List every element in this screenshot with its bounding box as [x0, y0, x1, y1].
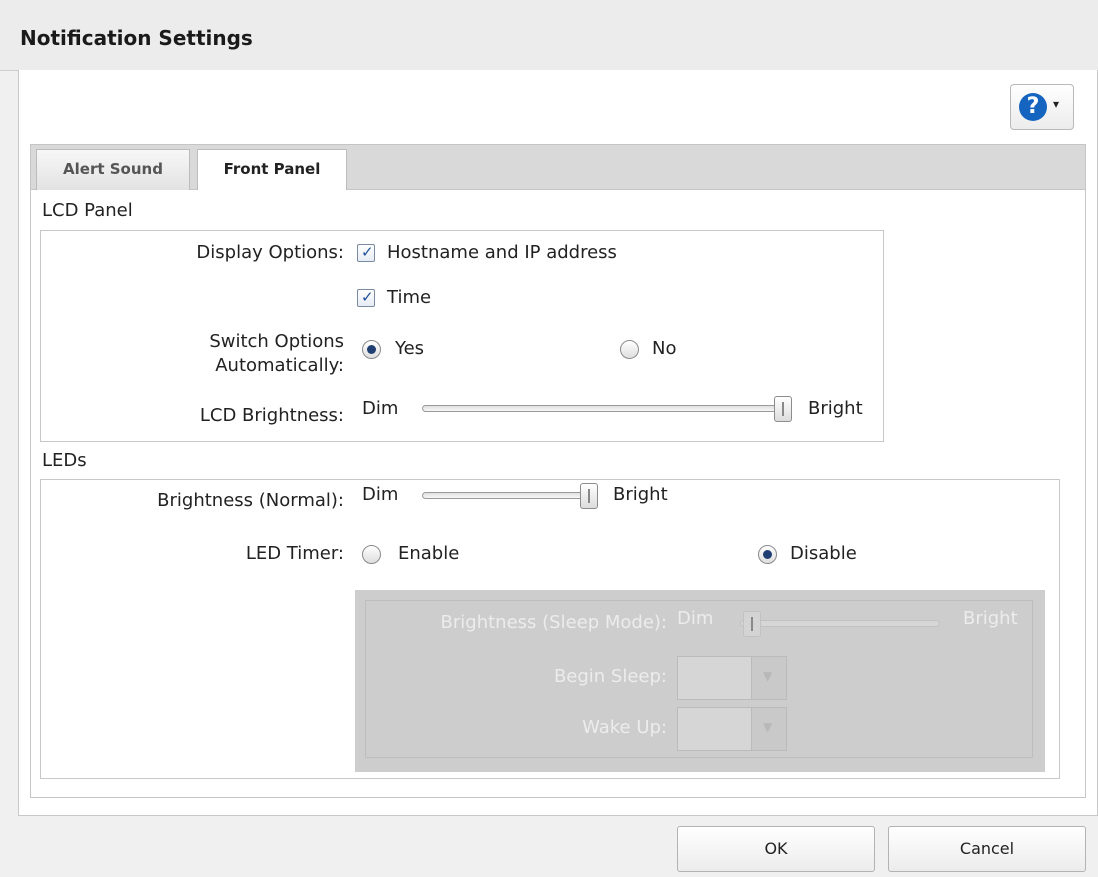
- cancel-button[interactable]: Cancel: [888, 826, 1086, 872]
- led-brightness-slider-track[interactable]: [422, 492, 598, 499]
- title-bar: Notification Settings: [0, 0, 1098, 71]
- led-timer-enable-radio[interactable]: [362, 545, 381, 564]
- time-label: Time: [387, 287, 432, 308]
- leds-section-title: LEDs: [42, 450, 87, 471]
- window-title: Notification Settings: [20, 26, 253, 50]
- led-brightness-label: Brightness (Normal):: [157, 490, 344, 511]
- chevron-down-icon: ▾: [1053, 97, 1060, 111]
- sleep-brightness-max-label: Bright: [963, 608, 1018, 629]
- wake-up-label: Wake Up:: [582, 717, 667, 738]
- led-timer-label: LED Timer:: [245, 543, 344, 564]
- ok-button[interactable]: OK: [677, 826, 875, 872]
- begin-sleep-select: ▼: [677, 656, 787, 700]
- led-brightness-slider-thumb[interactable]: [580, 483, 598, 509]
- switch-no-label: No: [652, 338, 677, 359]
- wake-up-select: ▼: [677, 707, 787, 751]
- lcd-brightness-slider-thumb[interactable]: [774, 396, 792, 422]
- sleep-settings-disabled-area: Brightness (Sleep Mode): Dim Bright Begi…: [355, 590, 1045, 772]
- chevron-down-icon: ▼: [763, 720, 773, 734]
- switch-options-label-line2: Automatically:: [215, 355, 344, 376]
- tab-front-panel[interactable]: Front Panel: [197, 149, 347, 191]
- sleep-brightness-min-label: Dim: [677, 608, 714, 629]
- lcd-panel-section-title: LCD Panel: [42, 200, 133, 221]
- begin-sleep-label: Begin Sleep:: [553, 666, 667, 687]
- sleep-brightness-slider-thumb: [743, 611, 761, 637]
- display-options-label: Display Options:: [196, 242, 344, 263]
- led-timer-disable-radio[interactable]: [758, 545, 777, 564]
- switch-yes-label: Yes: [395, 338, 425, 359]
- help-button[interactable]: ? ▾: [1010, 84, 1074, 130]
- switch-options-label-line1: Switch Options: [209, 331, 344, 352]
- tab-alert-sound[interactable]: Alert Sound: [36, 149, 190, 191]
- lcd-brightness-slider-track[interactable]: [422, 405, 792, 412]
- sleep-brightness-slider-track: [740, 620, 940, 627]
- hostname-ip-checkbox[interactable]: ✓: [357, 243, 375, 262]
- switch-no-radio[interactable]: [620, 340, 639, 359]
- led-timer-enable-label: Enable: [398, 543, 460, 564]
- switch-yes-radio[interactable]: [362, 340, 381, 359]
- tab-bar: Alert Sound Front Panel: [30, 144, 1086, 191]
- lcd-brightness-label: LCD Brightness:: [199, 405, 344, 426]
- time-checkbox[interactable]: ✓: [357, 288, 375, 307]
- chevron-down-icon: ▼: [763, 669, 773, 683]
- led-brightness-min-label: Dim: [362, 484, 399, 505]
- help-circle-icon: ?: [1019, 93, 1047, 121]
- led-brightness-max-label: Bright: [613, 484, 668, 505]
- hostname-ip-label: Hostname and IP address: [387, 242, 617, 263]
- led-timer-disable-label: Disable: [790, 543, 857, 564]
- lcd-brightness-max-label: Bright: [808, 398, 863, 419]
- lcd-brightness-min-label: Dim: [362, 398, 399, 419]
- sleep-brightness-label: Brightness (Sleep Mode):: [440, 612, 667, 633]
